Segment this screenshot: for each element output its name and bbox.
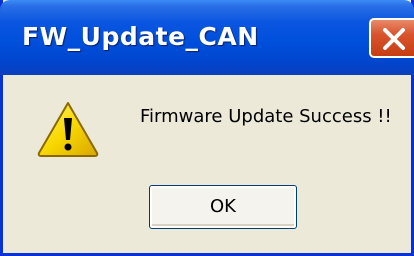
message-dialog: FW_Update_CAN Firmware Update Success !! xyxy=(0,0,414,256)
close-button[interactable] xyxy=(369,18,414,58)
ok-button[interactable]: OK xyxy=(149,185,297,229)
dialog-message: Firmware Update Success !! xyxy=(140,106,392,127)
dialog-body: Firmware Update Success !! OK xyxy=(3,75,411,253)
close-icon xyxy=(383,28,405,50)
dialog-title: FW_Update_CAN xyxy=(22,22,259,51)
warning-icon xyxy=(37,102,99,157)
ok-button-label: OK xyxy=(210,196,236,217)
title-bar[interactable]: FW_Update_CAN xyxy=(0,0,414,75)
